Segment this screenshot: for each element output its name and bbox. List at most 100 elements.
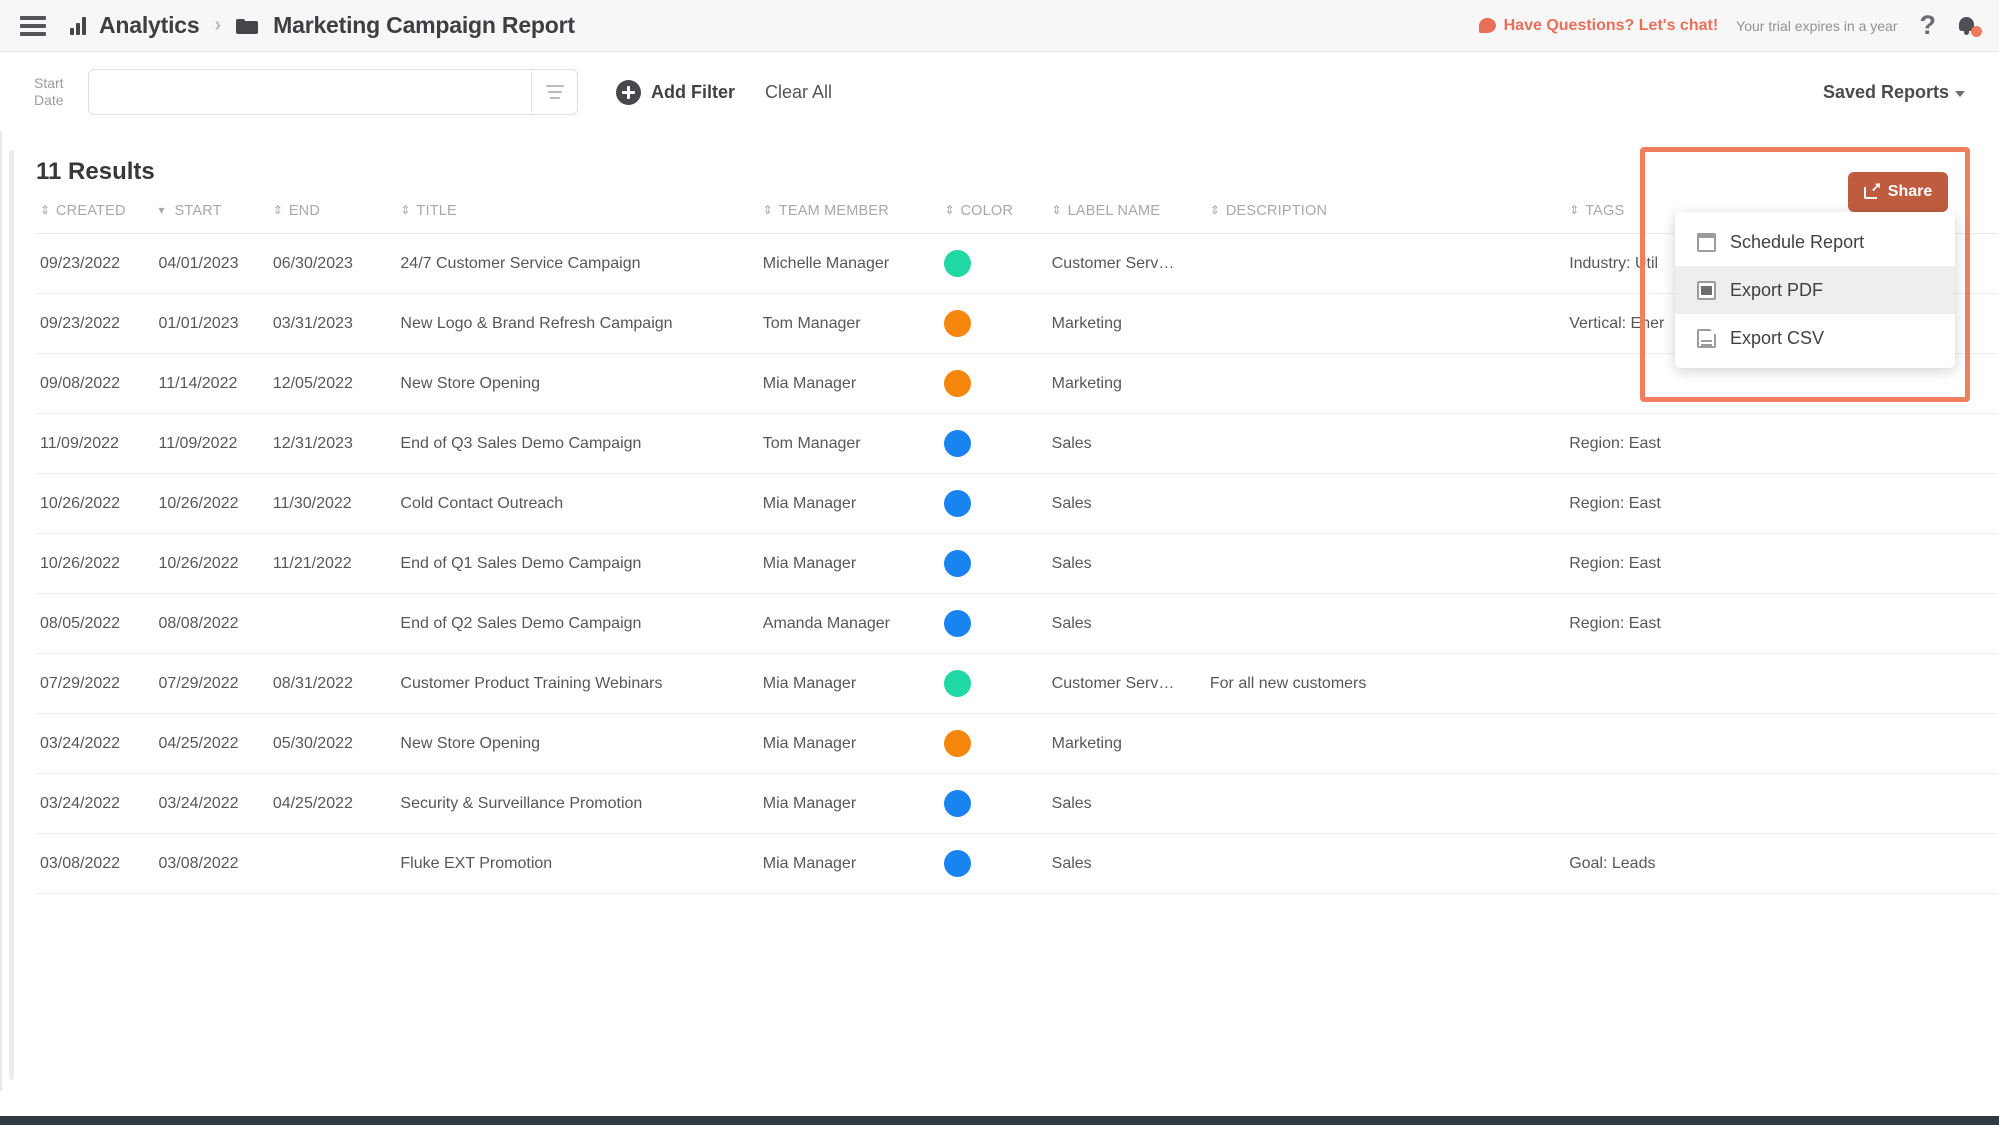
breadcrumb-page-label[interactable]: Marketing Campaign Report [273,12,575,39]
help-icon[interactable]: ? [1916,12,1941,39]
share-dropdown-menu: Schedule Report Export PDF Export CSV [1675,212,1955,368]
table-row[interactable]: 08/05/2022 08/08/2022 End of Q2 Sales Demo… [36,593,1998,654]
add-filter-button[interactable]: Add Filter [616,79,735,105]
table-row[interactable]: 03/24/2022 04/25/2022 05/30/2022 New Store … [36,713,1998,774]
cell-end: 08/31/2022 [272,653,401,714]
cell-end: 03/31/2023 [272,293,401,354]
cell-end: 04/25/2022 [272,773,401,834]
color-dot [944,430,972,457]
table-row[interactable]: 03/24/2022 03/24/2022 04/25/2022 Security &… [36,773,1998,834]
cell-label-name: Sales [1051,413,1210,474]
cell-end: 11/21/2022 [272,533,401,594]
chat-link[interactable]: Have Questions? Let's chat! [1478,17,1718,35]
filter-bar: Start Date Add Filter Clear All Saved Re… [0,53,1999,131]
cell-created: 07/29/2022 [36,653,159,714]
column-header-description[interactable]: ⇕ Description [1209,193,1570,234]
cell-team-member: Tom Manager [762,413,945,474]
cell-team-member: Amanda Manager [762,593,945,654]
table-row[interactable]: 11/09/2022 11/09/2022 12/31/2023 End of Q3 … [36,413,1998,474]
folder-icon [236,17,259,34]
sort-icon-label-name: ⇕ [1051,203,1062,217]
cell-color [944,293,1052,354]
cell-start: 10/26/2022 [158,533,273,594]
column-label-end: End [288,203,321,219]
column-header-color[interactable]: ⇕ Color [944,193,1052,234]
cell-title: End of Q2 Sales Demo Campaign [400,593,763,654]
notification-badge-dot [1971,26,1982,37]
filter-options-icon[interactable] [531,70,577,114]
app-root: Analytics › Marketing Campaign Report Ha… [0,0,1999,1125]
cell-created: 09/23/2022 [36,293,159,354]
cell-label-name: Marketing [1051,713,1210,774]
notifications-bell-icon[interactable] [1958,16,1982,37]
table-row[interactable]: 10/26/2022 10/26/2022 11/21/2022 End of Q1 … [36,533,1998,594]
color-dot [944,670,972,697]
cell-description [1209,533,1570,594]
cell-created: 09/08/2022 [36,353,159,414]
cell-start: 07/29/2022 [158,653,273,714]
column-header-start[interactable]: ▾ Start [158,193,273,234]
share-menu-item[interactable]: Export CSV [1675,314,1955,362]
cell-tags [1569,653,1998,714]
results-header: 11 Results [2,131,1999,193]
cell-created: 08/05/2022 [36,593,159,654]
cell-color [944,773,1052,834]
cell-description [1209,293,1570,354]
cell-title: End of Q1 Sales Demo Campaign [400,533,763,594]
color-dot [944,850,972,877]
sort-icon-created: ⇕ [40,203,51,217]
column-header-created[interactable]: ⇕ Created [36,193,159,234]
cell-team-member: Mia Manager [762,833,945,894]
column-header-title[interactable]: ⇕ Title [400,193,763,234]
clear-all-button[interactable]: Clear All [765,82,832,103]
start-date-input[interactable] [89,70,531,114]
saved-reports-label: Saved Reports [1822,81,1949,102]
column-header-end[interactable]: ⇕ End [272,193,401,234]
share-menu-item-label: Schedule Report [1730,231,1865,252]
share-menu-item[interactable]: Schedule Report [1675,218,1955,266]
cell-tags: Region: East [1569,473,1998,534]
cell-color [944,533,1052,594]
color-dot [944,790,972,817]
table-row[interactable]: 10/26/2022 10/26/2022 11/30/2022 Cold Conta… [36,473,1998,534]
cell-title: Security & Surveillance Promotion [400,773,763,834]
cell-team-member: Mia Manager [762,653,945,714]
cell-label-name: Sales [1051,833,1210,894]
chat-bubble-icon [1478,18,1496,33]
cell-created: 03/24/2022 [36,773,159,834]
bar-chart-icon [70,16,86,35]
cell-team-member: Mia Manager [762,713,945,774]
start-date-label: Start Date [34,74,64,109]
breadcrumb-separator: › [214,14,222,36]
cell-description [1209,713,1570,774]
breadcrumb: Analytics › Marketing Campaign Report [70,12,575,39]
table-row[interactable]: 07/29/2022 07/29/2022 08/31/2022 Customer P… [36,653,1998,714]
cell-created: 03/24/2022 [36,713,159,774]
share-menu-item-label: Export CSV [1730,327,1825,348]
share-menu-item[interactable]: Export PDF [1675,266,1955,314]
breadcrumb-app-label[interactable]: Analytics [99,12,200,39]
sort-icon-color: ⇕ [944,203,955,217]
cell-title: Customer Product Training Webinars [400,653,763,714]
start-date-field[interactable] [88,69,578,115]
left-scroll-rail[interactable] [9,150,14,1080]
color-dot [944,370,972,397]
cell-tags: Region: East [1569,593,1998,654]
cell-end: 05/30/2022 [272,713,401,774]
column-header-label-name[interactable]: ⇕ Label Name [1051,193,1210,234]
cell-label-name: Marketing [1051,353,1210,414]
cell-start: 11/14/2022 [158,353,273,414]
table-row[interactable]: 03/08/2022 03/08/2022 Fluke EXT Promotion M… [36,833,1998,894]
column-label-start: Start [174,203,222,219]
calendar-icon [1697,232,1716,252]
cell-description [1209,233,1570,294]
cell-start: 01/01/2023 [158,293,273,354]
hamburger-menu-icon[interactable] [20,15,46,36]
column-header-team-member[interactable]: ⇕ Team Member [762,193,945,234]
column-label-color: Color [960,203,1014,219]
top-bar: Analytics › Marketing Campaign Report Ha… [0,0,1999,52]
csv-file-icon [1697,328,1716,348]
cell-created: 09/23/2022 [36,233,159,294]
share-button[interactable]: Share [1848,172,1948,212]
saved-reports-dropdown[interactable]: Saved Reports [1823,82,1965,103]
